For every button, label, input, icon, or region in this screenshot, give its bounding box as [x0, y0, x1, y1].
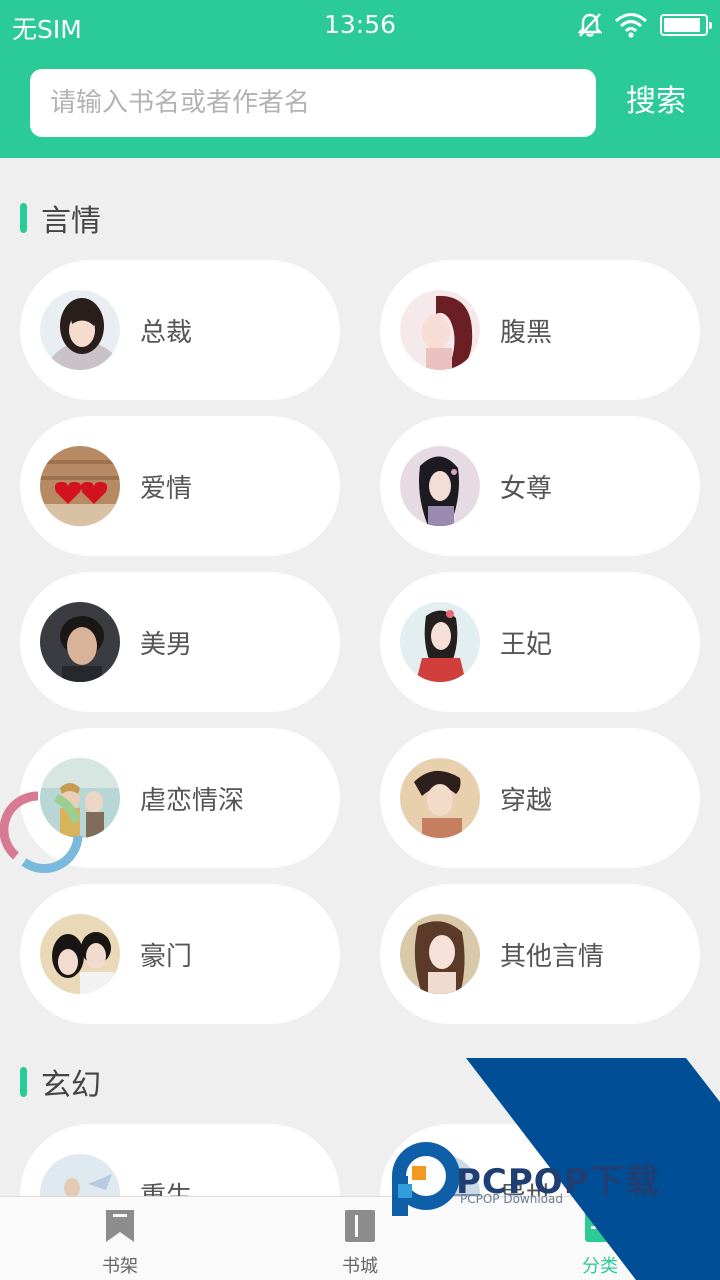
search-button[interactable]: 搜索 [610, 78, 702, 126]
status-icons [578, 12, 712, 38]
category-label: 重生 [140, 1176, 192, 1197]
category-label: 其他言情 [500, 941, 605, 972]
category-label: 腹黑 [500, 317, 553, 348]
tab-label: 分类 [582, 1256, 618, 1277]
category-avatar [400, 446, 480, 526]
status-bar: 无SIM 13:56 [0, 0, 720, 52]
tab-bookshelf[interactable]: 书架 [0, 1197, 240, 1280]
category-item-fuhei[interactable]: 腹黑 [380, 260, 700, 400]
category-label: 总裁 [140, 317, 193, 348]
battery-icon [660, 14, 712, 36]
category-avatar [40, 1154, 120, 1196]
bell-off-icon [578, 13, 602, 37]
section-accent-bar [20, 203, 27, 233]
tab-category[interactable]: 分类 [480, 1197, 720, 1280]
section-accent-bar [20, 1067, 27, 1097]
category-avatar [40, 914, 120, 994]
book-icon [345, 1210, 375, 1242]
section-title: 言情 [41, 204, 101, 239]
loading-spinner-icon [0, 791, 83, 873]
section-header-fantasy: 玄幻 [20, 1062, 101, 1103]
category-item-aiqing[interactable]: 爱情 [20, 416, 340, 556]
tab-label: 书架 [102, 1256, 138, 1277]
category-label: 豪门 [140, 941, 193, 972]
tab-label: 书城 [342, 1256, 378, 1277]
category-list[interactable]: 言情 总裁 腹黑 爱情 女尊 美男 王妃 虐恋情深 穿越 豪门 其他言情 玄幻 [0, 158, 720, 1196]
category-avatar [400, 602, 480, 682]
category-item-nvzun[interactable]: 女尊 [380, 416, 700, 556]
category-avatar [400, 914, 480, 994]
category-label: 爱情 [140, 473, 193, 504]
category-label: 美男 [140, 629, 193, 660]
category-label: 女尊 [500, 473, 553, 504]
category-avatar [400, 1154, 480, 1196]
section-title: 玄幻 [41, 1068, 101, 1103]
category-avatar [40, 602, 120, 682]
category-item-meinan[interactable]: 美男 [20, 572, 340, 712]
category-label: 异世 [500, 1176, 552, 1197]
wifi-icon [615, 13, 647, 38]
category-avatar [40, 290, 120, 370]
category-label: 王妃 [500, 629, 553, 660]
category-label: 穿越 [500, 785, 553, 816]
category-list-icon [585, 1210, 615, 1242]
category-avatar [400, 290, 480, 370]
bookmark-icon [106, 1210, 134, 1242]
bottom-tab-bar: 书架 书城 分类 [0, 1196, 720, 1280]
category-label: 虐恋情深 [140, 785, 245, 816]
category-item-qita-yanqing[interactable]: 其他言情 [380, 884, 700, 1024]
category-item-zongcai[interactable]: 总裁 [20, 260, 340, 400]
section-header-romance: 言情 [20, 198, 101, 239]
category-item-wangfei[interactable]: 王妃 [380, 572, 700, 712]
category-item-chongsheng[interactable]: 重生 [20, 1124, 340, 1196]
tab-bookstore[interactable]: 书城 [240, 1197, 480, 1280]
category-item-yishi[interactable]: 异世 [380, 1124, 700, 1196]
category-item-haomen[interactable]: 豪门 [20, 884, 340, 1024]
category-avatar [400, 758, 480, 838]
search-input[interactable] [30, 69, 596, 137]
header-bar: 无SIM 13:56 搜索 [0, 0, 720, 158]
category-avatar [40, 446, 120, 526]
category-item-chuanyue[interactable]: 穿越 [380, 728, 700, 868]
